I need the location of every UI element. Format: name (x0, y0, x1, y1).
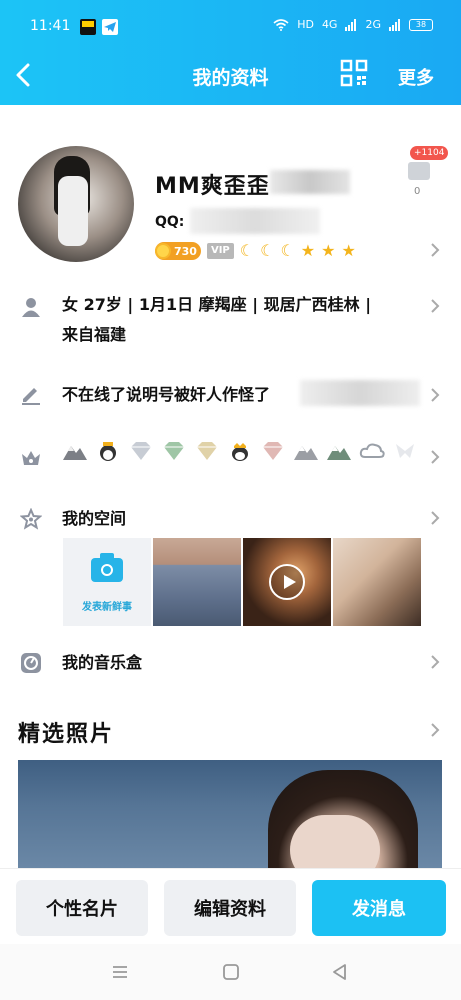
space-photo[interactable] (153, 538, 241, 626)
cloud-badge-icon (359, 443, 385, 458)
network-label: HD (297, 18, 314, 31)
post-new-tile[interactable]: 发表新鲜事 (63, 538, 151, 626)
profile-card-button[interactable]: 个性名片 (16, 880, 148, 936)
signal-4g: 4G (321, 18, 338, 31)
diamond-badge-icon (131, 442, 151, 460)
qr-code-icon[interactable] (340, 59, 368, 87)
star-icon: ★ (341, 241, 356, 260)
moon-icon: ☾ (280, 241, 295, 260)
moon-icon: ☾ (239, 241, 255, 260)
send-message-button[interactable]: 发消息 (312, 880, 446, 936)
signal-2g: 2G (365, 18, 381, 31)
profile-info-line2: 来自福建 (62, 325, 127, 344)
coin-badge: 730 (155, 242, 201, 260)
level-row[interactable]: 730 VIP ☾ ☾ ☾ ★ ★ ★ (155, 242, 356, 260)
avatar[interactable] (18, 146, 134, 262)
chevron-right-icon[interactable] (430, 298, 440, 314)
music-box-icon (20, 652, 42, 674)
penguin-crown-badge-icon (232, 443, 248, 461)
edit-profile-button[interactable]: 编辑资料 (164, 880, 296, 936)
coin-value: 730 (174, 244, 197, 258)
page-title: 我的资料 (192, 67, 269, 89)
chevron-right-icon[interactable] (430, 449, 440, 465)
home-icon[interactable] (221, 962, 241, 982)
blurred-qq-number (190, 208, 320, 234)
play-icon (269, 564, 305, 600)
mountain-green-badge-icon (327, 446, 351, 460)
qq-number-label: QQ: (155, 214, 185, 230)
chevron-right-icon[interactable] (430, 722, 440, 738)
chevron-right-icon[interactable] (430, 654, 440, 670)
likes-badge: +1104 (410, 146, 449, 160)
featured-photos-title[interactable]: 精选照片 (18, 716, 114, 748)
diamond-green-badge-icon (164, 442, 184, 460)
avatar-figure (58, 176, 88, 246)
likes-count: 0 (414, 186, 421, 197)
diamond-gold-badge-icon (197, 442, 217, 460)
photo-subject-face (290, 815, 380, 875)
diamond-pink-badge-icon (263, 442, 283, 460)
space-photo[interactable] (333, 538, 421, 626)
music-box-title[interactable]: 我的音乐盒 (62, 648, 142, 678)
navigation-bar: 我的资料 更多 (0, 52, 461, 97)
chevron-right-icon[interactable] (430, 387, 440, 403)
my-space-title[interactable]: 我的空间 (62, 504, 126, 534)
battery-indicator: 38 (409, 18, 433, 31)
menu-icon[interactable] (110, 962, 130, 982)
signature-text: 不在线了说明号被奸人作怪了 (62, 385, 271, 404)
header: 11:41 HD 4G 2G 38 我的资料 更多 (0, 0, 461, 105)
space-video[interactable] (243, 538, 331, 626)
space-thumbnails: 发表新鲜事 (63, 538, 421, 626)
star-icon: ★ (300, 241, 316, 260)
star-outline-icon (19, 507, 43, 530)
mountain-badge-icon (63, 446, 87, 460)
status-bar: 11:41 HD 4G 2G 38 (0, 12, 461, 42)
bottom-action-bar: 个性名片 编辑资料 发消息 (0, 868, 461, 944)
thumbs-up-icon (408, 162, 430, 180)
back-nav-icon[interactable] (330, 962, 350, 982)
system-navigation-bar (0, 944, 461, 1000)
featured-photo[interactable] (18, 760, 442, 875)
badges-row[interactable] (62, 440, 418, 462)
camera-icon (91, 553, 123, 582)
bowtie-badge-icon (396, 444, 414, 458)
moon-icon: ☾ (260, 241, 275, 260)
blurred-signature (300, 380, 420, 406)
edit-icon (20, 384, 42, 406)
person-icon (20, 296, 42, 318)
mountain-badge-icon-2 (294, 446, 318, 460)
star-icon: ★ (321, 241, 336, 260)
nickname: MM爽歪歪 (155, 174, 270, 199)
notification-app-icon (80, 19, 96, 35)
vip-badge: VIP (206, 243, 234, 259)
telegram-icon (102, 19, 118, 35)
blurred-nickname (270, 170, 350, 194)
wifi-icon (273, 18, 289, 31)
status-indicators: HD 4G 2G 38 (273, 18, 433, 31)
coin-icon (155, 243, 171, 259)
chevron-right-icon[interactable] (430, 510, 440, 526)
more-button[interactable]: 更多 (398, 64, 434, 90)
profile-info-line1: 女 27岁 | 1月1日 摩羯座 | 现居广西桂林 | (62, 295, 372, 314)
status-time: 11:41 (30, 18, 71, 34)
likes-widget[interactable]: +1104 0 (400, 146, 449, 197)
profile-card[interactable]: MM爽歪歪 QQ: 730 VIP ☾ ☾ ☾ ★ ★ ★ +1104 0 (0, 138, 461, 268)
crown-icon (20, 446, 42, 468)
signal-icon (345, 18, 357, 31)
signal-icon-2 (389, 18, 400, 31)
post-new-label: 发表新鲜事 (82, 602, 132, 613)
chevron-right-icon (430, 242, 440, 258)
penguin-badge-icon (100, 442, 116, 461)
